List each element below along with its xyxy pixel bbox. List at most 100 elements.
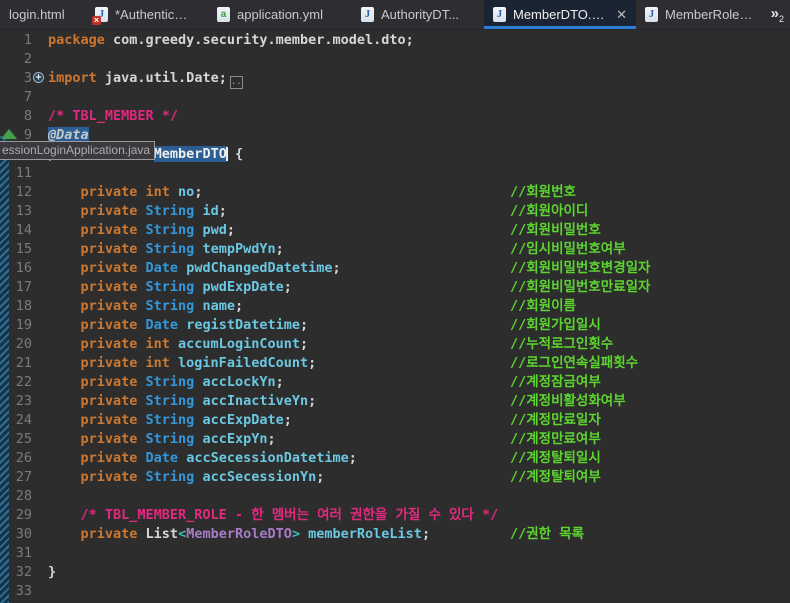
- line-number: 3: [23, 70, 32, 86]
- code-line[interactable]: 8 /* TBL_MEMBER */: [0, 107, 790, 126]
- line-number: 33: [15, 583, 32, 599]
- close-icon[interactable]: ✕: [616, 7, 627, 23]
- line-number: 16: [15, 260, 32, 276]
- line-number: 17: [15, 279, 32, 295]
- line-number: 32: [15, 564, 32, 580]
- tab-label: *Authentica...: [115, 7, 191, 22]
- line-comment: //권한 목록: [510, 526, 585, 542]
- code-line[interactable]: 19 private Date registDatetime; //회원가입일시: [0, 316, 790, 335]
- tab-overflow-count: 2: [778, 14, 784, 24]
- code-line[interactable]: 12 private int no; //회원번호: [0, 183, 790, 202]
- code-line[interactable]: 32}: [0, 563, 790, 582]
- code-text: private String accSecessionYn;: [48, 469, 325, 485]
- code-line[interactable]: 13 private String id; //회원아이디: [0, 202, 790, 221]
- code-line[interactable]: 33: [0, 582, 790, 601]
- code-line[interactable]: 14 private String pwd; //회원비밀번호: [0, 221, 790, 240]
- line-comment: //회원가입일시: [510, 317, 601, 333]
- code-line[interactable]: 30 private List<MemberRoleDTO> memberRol…: [0, 525, 790, 544]
- tab-application-yml[interactable]: a application.yml: [208, 0, 342, 29]
- line-number: 23: [15, 393, 32, 409]
- line-comment: //회원아이디: [510, 203, 589, 219]
- green-triangle-marker-icon: [1, 129, 17, 139]
- code-line[interactable]: 27 private String accSecessionYn; //계정탈퇴여…: [0, 468, 790, 487]
- code-text: package com.greedy.security.member.model…: [48, 32, 414, 48]
- line-number: 2: [23, 51, 32, 67]
- tab-login-html[interactable]: login.html: [0, 0, 84, 29]
- line-comment: //로그인연속실패횟수: [510, 355, 639, 371]
- code-line[interactable]: 20 private int accumLoginCount; //누적로그인횟수: [0, 335, 790, 354]
- code-line[interactable]: 11: [0, 164, 790, 183]
- code-text: private Date registDatetime;: [48, 317, 309, 333]
- tab-label: application.yml: [237, 7, 323, 22]
- fold-expand-icon[interactable]: +: [33, 72, 44, 83]
- code-text: private int loginFailedCount;: [48, 355, 317, 371]
- line-number: 28: [15, 488, 32, 504]
- code-text: private List<MemberRoleDTO> memberRoleLi…: [48, 526, 431, 542]
- code-line[interactable]: 21 private int loginFailedCount; //로그인연속실…: [0, 354, 790, 373]
- line-comment: //계정탈퇴여부: [510, 469, 601, 485]
- code-line[interactable]: 31: [0, 544, 790, 563]
- java-file-icon: J: [493, 7, 506, 22]
- line-number: 25: [15, 431, 32, 447]
- code-text: private String accExpYn;: [48, 431, 276, 447]
- line-number: 26: [15, 450, 32, 466]
- code-text: private String id;: [48, 203, 227, 219]
- code-text: import java.util.Date;..: [48, 70, 243, 89]
- line-number: 22: [15, 374, 32, 390]
- line-number: 19: [15, 317, 32, 333]
- code-text: private Date pwdChangedDatetime;: [48, 260, 341, 276]
- line-comment: //계정잠금여부: [510, 374, 601, 390]
- line-number: 20: [15, 336, 32, 352]
- line-number: 15: [15, 241, 32, 257]
- code-line[interactable]: 2: [0, 50, 790, 69]
- line-number: 8: [23, 108, 32, 124]
- tab-memberroled[interactable]: J MemberRoleD...: [636, 0, 762, 29]
- tab-authentica[interactable]: J *Authentica...: [86, 0, 200, 29]
- code-line[interactable]: 15 private String tempPwdYn; //임시비밀번호여부: [0, 240, 790, 259]
- line-comment: //회원비밀번호: [510, 222, 601, 238]
- code-line[interactable]: 1 package com.greedy.security.member.mode…: [0, 31, 790, 50]
- tab-memberdto-java[interactable]: J MemberDTO.java ✕: [484, 0, 636, 29]
- line-number: 7: [23, 89, 32, 105]
- line-comment: //계정만료여부: [510, 431, 601, 447]
- code-text: private String accInactiveYn;: [48, 393, 317, 409]
- code-editor[interactable]: 1 package com.greedy.security.member.mode…: [0, 30, 790, 603]
- code-line[interactable]: 25 private String accExpYn; //계정만료여부: [0, 430, 790, 449]
- tab-authoritydt[interactable]: J AuthorityDT...: [352, 0, 478, 29]
- code-area: 1 package com.greedy.security.member.mode…: [0, 31, 790, 601]
- code-text: private String accLockYn;: [48, 374, 284, 390]
- line-number: 1: [23, 32, 32, 48]
- line-number: 12: [15, 184, 32, 200]
- code-line[interactable]: 7: [0, 88, 790, 107]
- tab-label: MemberDTO.java: [513, 7, 605, 22]
- line-number: 29: [15, 507, 32, 523]
- code-text: private String tempPwdYn;: [48, 241, 284, 257]
- line-comment: //누적로그인횟수: [510, 336, 614, 352]
- editor-tab-bar: login.html J *Authentica... a application.ym…: [0, 0, 790, 30]
- line-number: 14: [15, 222, 32, 238]
- yml-file-icon: a: [217, 7, 230, 22]
- line-comment: //계정탈퇴일시: [510, 450, 601, 466]
- code-line[interactable]: 18 private String name; //회원이름: [0, 297, 790, 316]
- chevron-double-icon: »: [770, 5, 779, 22]
- java-error-file-icon: J: [92, 7, 108, 25]
- code-line[interactable]: 16 private Date pwdChangedDatetime; //회원비…: [0, 259, 790, 278]
- code-line[interactable]: 23 private String accInactiveYn; //계정비활성화…: [0, 392, 790, 411]
- code-line[interactable]: 24 private String accExpDate; //계정만료일자: [0, 411, 790, 430]
- code-text: private int no;: [48, 184, 203, 200]
- line-comment: //계정만료일자: [510, 412, 601, 428]
- code-text: private Date accSecessionDatetime;: [48, 450, 357, 466]
- code-line[interactable]: 17 private String pwdExpDate; //회원비밀번호만료일…: [0, 278, 790, 297]
- code-text: private String pwdExpDate;: [48, 279, 292, 295]
- code-line[interactable]: 22 private String accLockYn; //계정잠금여부: [0, 373, 790, 392]
- tab-overflow-indicator[interactable]: »2: [771, 5, 784, 28]
- java-file-icon: J: [361, 7, 374, 22]
- code-text: private String pwd;: [48, 222, 235, 238]
- code-line[interactable]: 28: [0, 487, 790, 506]
- tab-label: MemberRoleD...: [665, 7, 753, 22]
- line-number: 21: [15, 355, 32, 371]
- code-line[interactable]: 3 + import java.util.Date;..: [0, 69, 790, 89]
- code-line[interactable]: 29 /* TBL_MEMBER_ROLE - 한 멤버는 여러 권한을 가질 …: [0, 506, 790, 525]
- line-number: 24: [15, 412, 32, 428]
- code-line[interactable]: 26 private Date accSecessionDatetime; //계…: [0, 449, 790, 468]
